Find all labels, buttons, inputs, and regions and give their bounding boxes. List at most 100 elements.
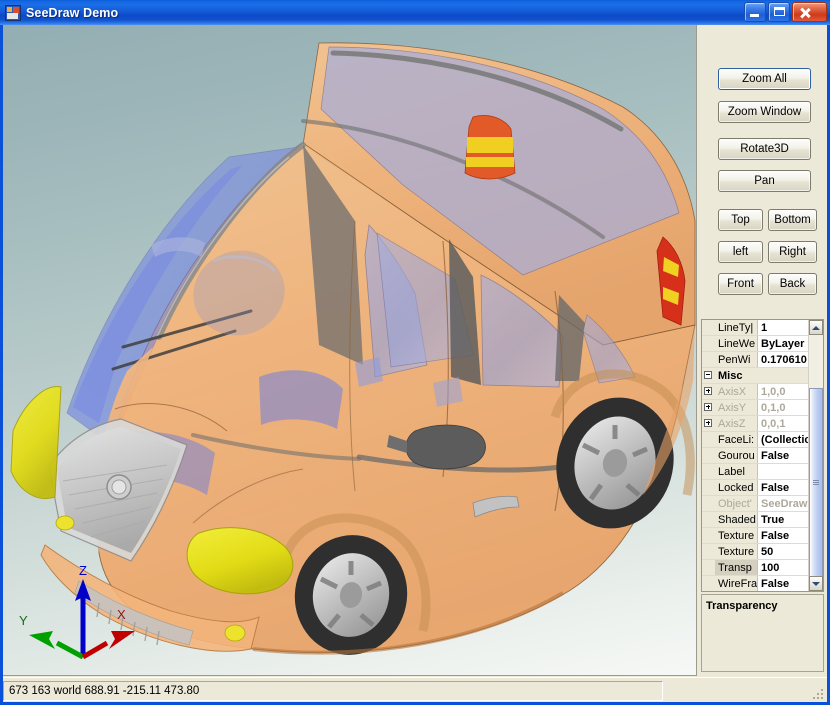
property-value[interactable]: SeeDraw.I	[758, 496, 810, 511]
maximize-button[interactable]	[768, 2, 790, 22]
property-row[interactable]: AxisY 0,1,0	[702, 400, 810, 416]
expander-spacer	[702, 544, 715, 559]
property-row[interactable]: Locked False	[702, 480, 810, 496]
property-name: Shaded	[715, 512, 758, 527]
property-name: Object'	[715, 496, 758, 511]
zoom-all-button[interactable]: Zoom All	[718, 68, 811, 90]
expander-spacer	[702, 320, 715, 335]
property-description-pane: Transparency	[701, 594, 824, 672]
client-area: Z X Y Zoom All Zoom Window Rotate3D Pan …	[3, 25, 827, 702]
property-row[interactable]: FaceLi: (Collectio	[702, 432, 810, 448]
property-value[interactable]: False	[758, 448, 810, 463]
zoom-window-button[interactable]: Zoom Window	[718, 101, 811, 123]
property-value[interactable]: 50	[758, 544, 810, 559]
tools-panel: Zoom All Zoom Window Rotate3D Pan Top Bo…	[698, 25, 827, 675]
expander-spacer	[702, 560, 715, 575]
property-grid[interactable]: LineTy| 1 LineWe ByLayer PenWi 0.170610 Misc Ax…	[701, 319, 824, 592]
property-value[interactable]	[758, 464, 810, 479]
property-value[interactable]: True	[758, 512, 810, 527]
expand-plus-icon[interactable]	[702, 400, 715, 415]
expander-spacer	[702, 464, 715, 479]
property-name: PenWi	[715, 352, 758, 367]
property-value[interactable]: 0,1,0	[758, 400, 810, 415]
property-row[interactable]: WireFra False	[702, 576, 810, 591]
property-value[interactable]: False	[758, 576, 810, 591]
rotate3d-button[interactable]: Rotate3D	[718, 138, 811, 160]
scrollbar-thumb[interactable]	[809, 388, 823, 578]
property-name: AxisZ	[715, 416, 758, 431]
property-name: Gourou	[715, 448, 758, 463]
property-row[interactable]: AxisZ 0,0,1	[702, 416, 810, 432]
expander-spacer	[702, 512, 715, 527]
window-title: SeeDraw Demo	[26, 5, 119, 20]
property-value[interactable]: ByLayer	[758, 336, 810, 351]
property-value[interactable]: False	[758, 528, 810, 543]
view-front-button[interactable]: Front	[718, 273, 763, 295]
status-coordinates: 673 163 world 688.91 -215.11 473.80	[3, 681, 663, 701]
property-row[interactable]: AxisX 1,0,0	[702, 384, 810, 400]
axis-triad: Z X Y	[19, 563, 135, 660]
pan-button[interactable]: Pan	[718, 170, 811, 192]
property-name: FaceLi:	[715, 432, 758, 447]
scroll-down-icon[interactable]	[809, 576, 823, 591]
expander-spacer	[702, 496, 715, 511]
status-bar: 673 163 world 688.91 -215.11 473.80	[3, 677, 827, 702]
minimize-button[interactable]	[744, 2, 766, 22]
axis-label-z: Z	[79, 563, 87, 578]
expand-plus-icon[interactable]	[702, 416, 715, 431]
property-name: AxisX	[715, 384, 758, 399]
property-row[interactable]: Object' SeeDraw.I	[702, 496, 810, 512]
property-value[interactable]: False	[758, 480, 810, 495]
property-value[interactable]: 1,0,0	[758, 384, 810, 399]
expander-spacer	[702, 352, 715, 367]
view-top-button[interactable]: Top	[718, 209, 763, 231]
property-row[interactable]: PenWi 0.170610	[702, 352, 810, 368]
property-row[interactable]: Misc	[702, 368, 810, 384]
property-name: Label	[715, 464, 758, 479]
resize-grip[interactable]	[811, 687, 825, 701]
property-value[interactable]: 0,0,1	[758, 416, 810, 431]
property-row[interactable]: Texture False	[702, 528, 810, 544]
property-name: AxisY	[715, 400, 758, 415]
property-name: Texture	[715, 528, 758, 543]
drawing-viewport[interactable]: Z X Y	[3, 25, 696, 675]
property-row[interactable]: Shaded True	[702, 512, 810, 528]
property-row[interactable]: Gourou False	[702, 448, 810, 464]
property-row[interactable]: Transp 100	[702, 560, 810, 576]
property-row[interactable]: Texture 50	[702, 544, 810, 560]
expander-spacer	[702, 576, 715, 591]
property-value[interactable]: 0.170610	[758, 352, 810, 367]
view-back-button[interactable]: Back	[768, 273, 817, 295]
property-name: WireFra	[715, 576, 758, 591]
property-row[interactable]: LineTy| 1	[702, 320, 810, 336]
axis-label-y: Y	[19, 613, 28, 628]
view-left-button[interactable]: left	[718, 241, 763, 263]
expander-spacer	[702, 480, 715, 495]
property-value[interactable]: 1	[758, 320, 810, 335]
axis-label-x: X	[117, 607, 126, 622]
property-name: Texture	[715, 544, 758, 559]
property-value[interactable]: 100	[758, 560, 810, 575]
property-name: LineWe	[715, 336, 758, 351]
collapse-minus-icon[interactable]	[702, 368, 715, 383]
property-value[interactable]: (Collectio	[758, 432, 810, 447]
title-bar[interactable]: SeeDraw Demo	[0, 0, 830, 25]
expand-plus-icon[interactable]	[702, 384, 715, 399]
close-button[interactable]	[792, 2, 827, 22]
scroll-up-icon[interactable]	[809, 320, 823, 335]
expander-spacer	[702, 528, 715, 543]
expander-spacer	[702, 336, 715, 351]
property-row[interactable]: Label	[702, 464, 810, 480]
window-controls	[744, 2, 827, 22]
expander-spacer	[702, 448, 715, 463]
app-icon	[5, 4, 21, 21]
property-grid-scrollbar[interactable]	[808, 320, 823, 591]
property-name: Locked	[715, 480, 758, 495]
viewport-container: Z X Y	[3, 25, 697, 675]
view-bottom-button[interactable]: Bottom	[768, 209, 817, 231]
expander-spacer	[702, 432, 715, 447]
property-grid-rows: LineTy| 1 LineWe ByLayer PenWi 0.170610 Misc Ax…	[702, 320, 810, 591]
view-right-button[interactable]: Right	[768, 241, 817, 263]
property-name: LineTy|	[715, 320, 758, 335]
property-row[interactable]: LineWe ByLayer	[702, 336, 810, 352]
